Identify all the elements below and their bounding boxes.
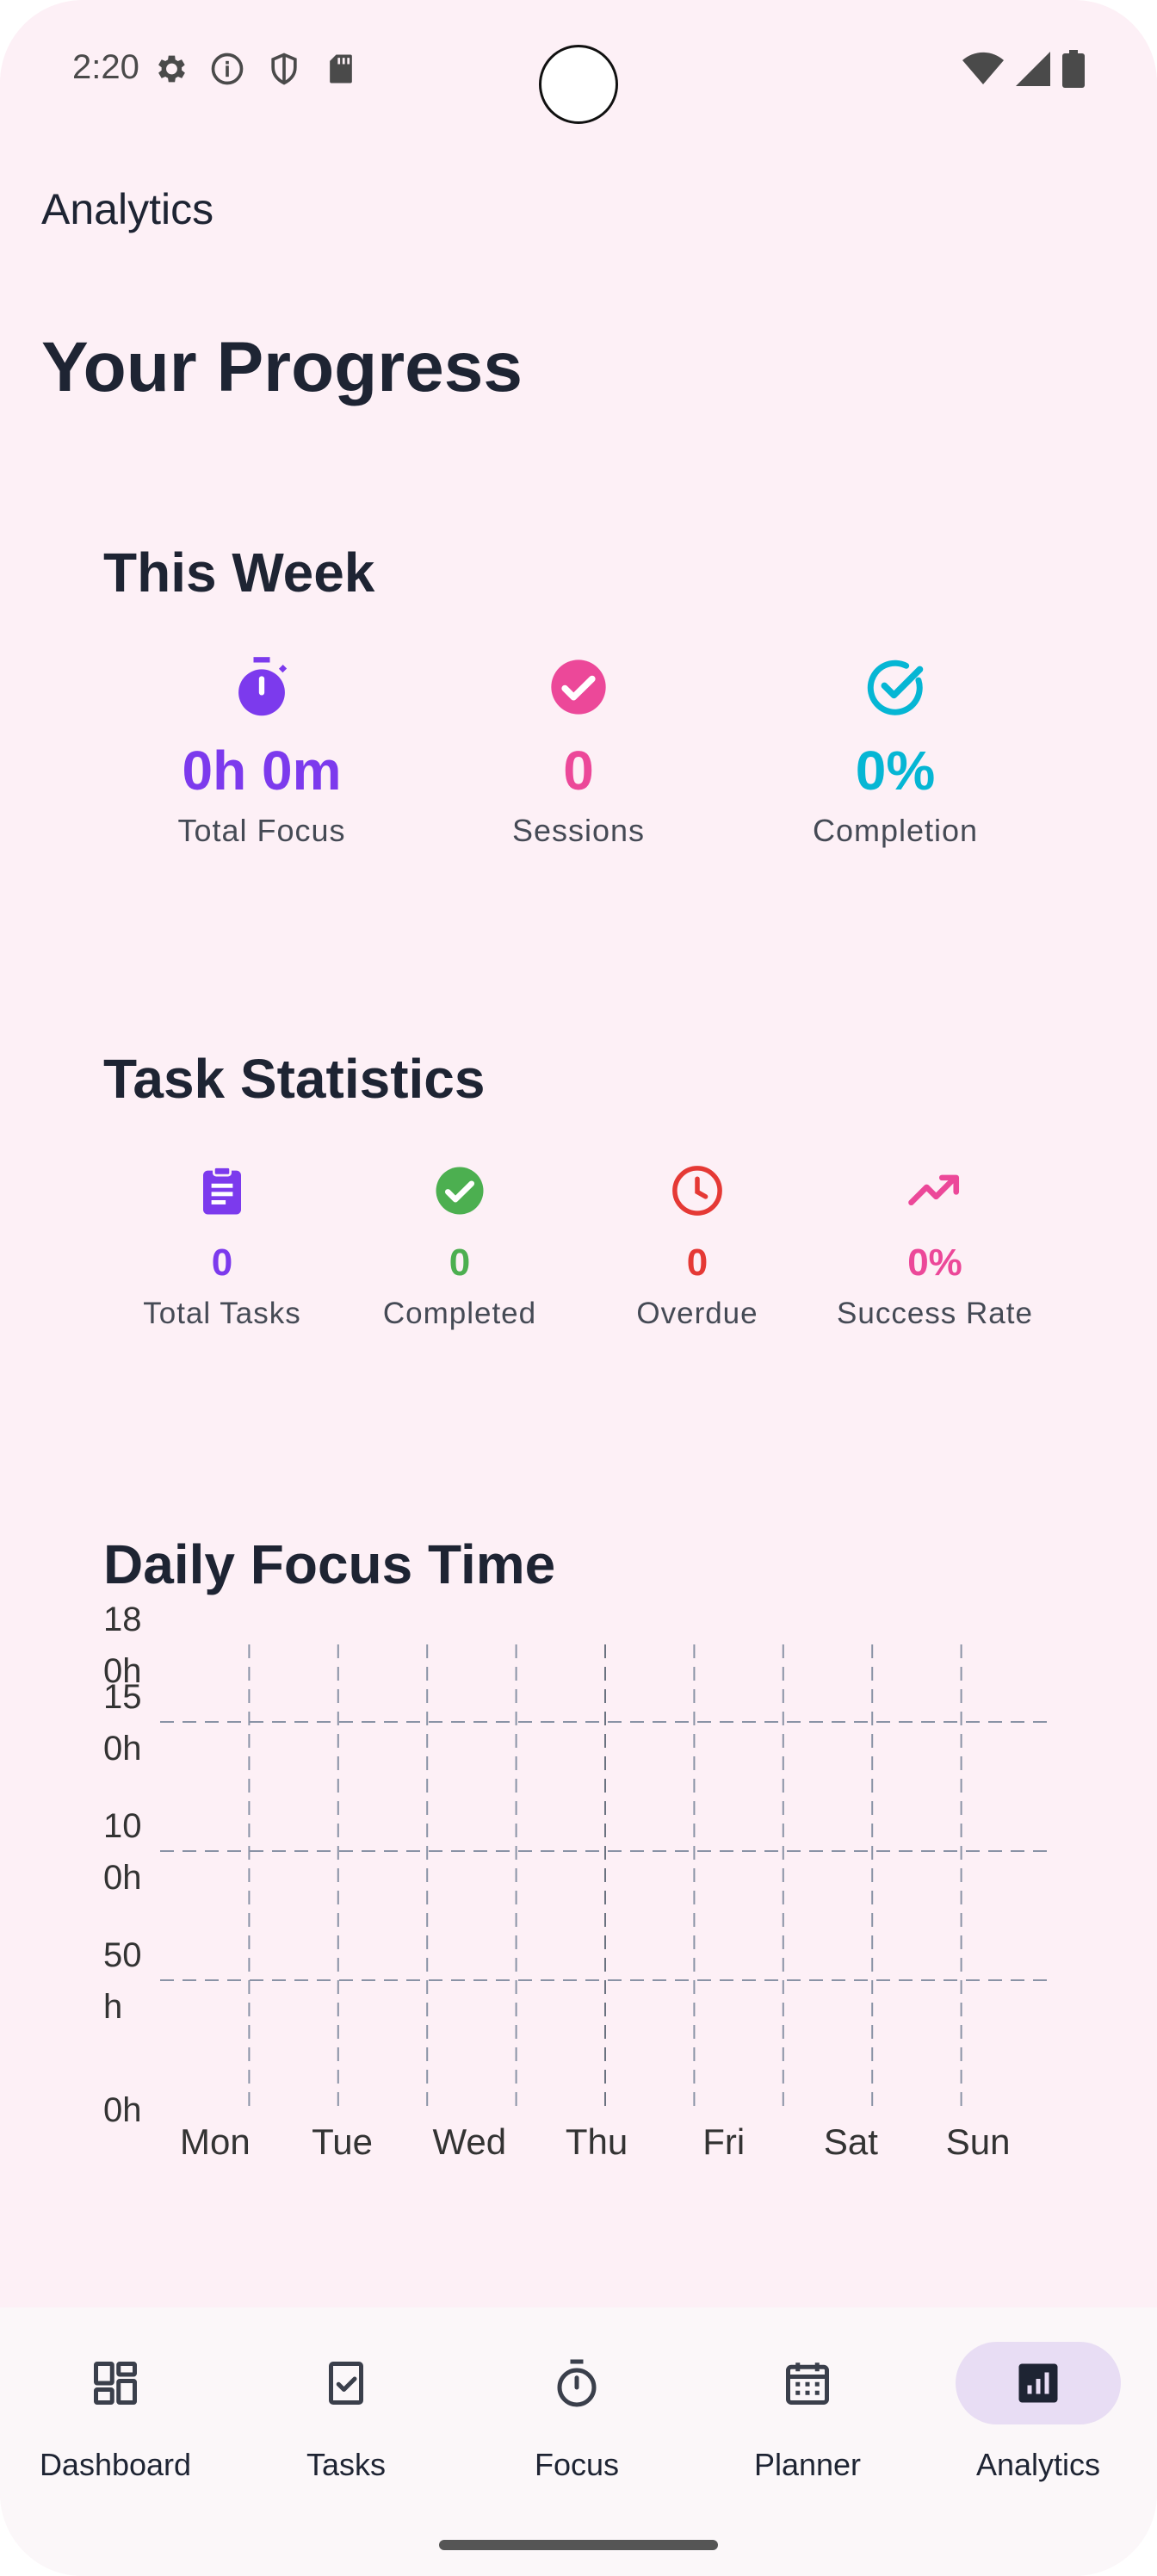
y-tick-label: 18 xyxy=(103,1601,142,1638)
overdue-value: 0 xyxy=(686,1242,708,1284)
check-circle-filled-icon xyxy=(551,659,606,715)
bottom-navigation: Dashboard Tasks Focus Planner Analytics xyxy=(0,2307,1157,2576)
dashboard-icon xyxy=(94,2362,137,2405)
daily-focus-chart: 0h 50 h 10 0h 15 0h 18 0h Mon Tue Wed Thu Fri Sat Sun xyxy=(95,1601,1067,2170)
calendar-icon xyxy=(786,2362,829,2405)
nav-focus-pill[interactable] xyxy=(494,2342,659,2424)
screen: 2:20 Analytics Your Progress This Week 0… xyxy=(0,0,1157,2576)
total-focus-label: Total Focus xyxy=(177,813,346,848)
x-tick-label: Thu xyxy=(566,2121,628,2162)
y-tick-label: 0h xyxy=(103,1652,142,1690)
nav-planner-pill[interactable] xyxy=(725,2342,890,2424)
success-rate-stat: 0% Success Rate xyxy=(814,1162,1055,1331)
total-tasks-stat: 0 Total Tasks xyxy=(102,1162,343,1331)
camera-cutout xyxy=(539,45,618,124)
clipboard-icon xyxy=(203,1166,241,1215)
cell-signal-icon xyxy=(1016,52,1050,90)
completion-value: 0% xyxy=(855,740,936,802)
y-tick-label: 0h xyxy=(103,1859,142,1897)
analytics-icon xyxy=(1018,2363,1058,2403)
check-circle-icon xyxy=(436,1167,484,1215)
completed-value: 0 xyxy=(449,1242,471,1284)
task-statistics-title: Task Statistics xyxy=(103,1048,486,1110)
trending-up-icon xyxy=(908,1174,960,1206)
completed-label: Completed xyxy=(382,1297,537,1330)
timer-icon xyxy=(238,657,288,716)
nav-dashboard-pill[interactable] xyxy=(33,2342,198,2424)
x-tick-label: Mon xyxy=(180,2121,251,2162)
tasks-icon xyxy=(329,2362,363,2405)
total-tasks-value: 0 xyxy=(211,1242,233,1284)
nav-dashboard-label: Dashboard xyxy=(39,2447,192,2482)
daily-focus-title: Daily Focus Time xyxy=(103,1533,556,1595)
nav-analytics-pill[interactable] xyxy=(956,2342,1121,2424)
nav-tasks[interactable]: Tasks xyxy=(231,2342,461,2514)
status-bar: 2:20 xyxy=(0,0,1157,138)
total-tasks-label: Total Tasks xyxy=(143,1297,301,1330)
sd-card-icon xyxy=(322,50,360,88)
shield-icon xyxy=(265,50,303,88)
sessions-label: Sessions xyxy=(511,813,646,848)
wifi-icon xyxy=(962,52,1004,90)
overdue-label: Overdue xyxy=(636,1297,758,1330)
nav-tasks-label: Tasks xyxy=(306,2447,387,2482)
x-tick-label: Sat xyxy=(824,2121,878,2162)
clock-icon xyxy=(672,1166,722,1216)
chart-svg: 0h50h100h150h180hMon Tue Wed Thu Fri Sat Sun xyxy=(103,1601,1050,2162)
y-tick-label: 0h xyxy=(103,1730,142,1768)
success-rate-label: Success Rate xyxy=(837,1297,1033,1330)
completed-stat: 0 Completed xyxy=(339,1162,580,1331)
overdue-stat: 0 Overdue xyxy=(577,1162,818,1331)
x-tick-label: Wed xyxy=(432,2121,506,2162)
nav-analytics[interactable]: Analytics xyxy=(923,2342,1154,2514)
sessions-stat: 0 Sessions xyxy=(424,654,733,849)
app-bar-title: Analytics xyxy=(41,185,214,233)
total-focus-stat: 0h 0m Total Focus xyxy=(107,654,417,849)
completion-stat: 0% Completion xyxy=(740,654,1050,849)
battery-icon xyxy=(1062,50,1085,92)
timer-icon xyxy=(557,2359,597,2407)
page-title: Your Progress xyxy=(41,328,523,406)
sessions-value: 0 xyxy=(563,740,594,802)
nav-planner-label: Planner xyxy=(753,2447,862,2482)
y-tick-label: 0h xyxy=(103,2091,142,2129)
nav-dashboard[interactable]: Dashboard xyxy=(0,2342,231,2514)
nav-planner[interactable]: Planner xyxy=(692,2342,923,2514)
nav-focus-label: Focus xyxy=(534,2447,620,2482)
total-focus-value: 0h 0m xyxy=(182,740,342,802)
y-tick-label: h xyxy=(103,1988,122,2026)
x-tick-label: Fri xyxy=(702,2121,745,2162)
x-tick-label: Sun xyxy=(946,2121,1011,2162)
success-rate-value: 0% xyxy=(907,1242,962,1284)
info-icon xyxy=(208,50,246,88)
check-circle-outline-icon xyxy=(867,659,924,715)
x-tick-label: Tue xyxy=(312,2121,373,2162)
this-week-title: This Week xyxy=(103,542,375,604)
nav-focus[interactable]: Focus xyxy=(461,2342,692,2514)
y-tick-label: 10 xyxy=(103,1807,142,1845)
nav-tasks-pill[interactable] xyxy=(263,2342,429,2424)
y-tick-label: 50 xyxy=(103,1936,142,1974)
nav-analytics-label: Analytics xyxy=(975,2447,1101,2482)
completion-label: Completion xyxy=(812,813,979,848)
settings-icon xyxy=(152,50,189,88)
home-indicator[interactable] xyxy=(439,2540,718,2550)
status-time: 2:20 xyxy=(72,48,139,86)
